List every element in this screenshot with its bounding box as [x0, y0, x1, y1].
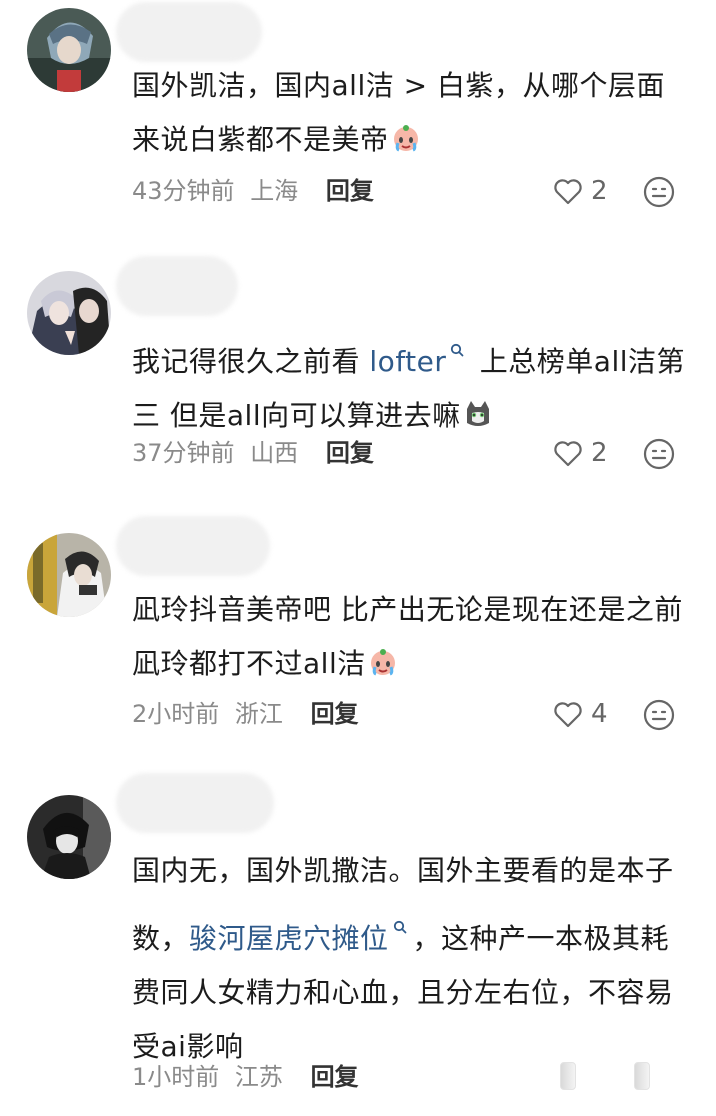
reply-button[interactable]: 回复 [311, 1063, 359, 1091]
comment-text-before: 我记得很久之前看 [132, 345, 370, 378]
emoji-face-icon [643, 438, 675, 470]
username-redacted [116, 256, 238, 316]
crying-emoji-icon [391, 117, 421, 152]
prev-handle[interactable] [560, 1062, 576, 1090]
emoji-face-icon [643, 699, 675, 731]
comment-text-content: 凪玲抖音美帝吧 比产出无论是现在还是之前 凪玲都打不过all洁 [132, 593, 683, 680]
avatar[interactable] [27, 271, 111, 355]
reply-button[interactable]: 回复 [326, 177, 374, 205]
comment-location: 上海 [250, 177, 299, 205]
like-count: 2 [591, 176, 608, 206]
comment-meta: 37分钟前 山西 回复 [132, 436, 374, 470]
cat-emoji-icon [463, 393, 493, 426]
comment-location: 山西 [250, 439, 299, 467]
like-button[interactable]: 4 [553, 697, 608, 731]
emoji-react-button[interactable] [642, 437, 676, 471]
avatar[interactable] [27, 533, 111, 617]
comment-meta: 1小时前 江苏 回复 [132, 1060, 359, 1094]
comment-text: 国内无，国外凯撒洁。国外主要看的是本子数，骏河屋虎穴摊位 ，这种产一本极其耗费同人… [132, 844, 688, 1074]
username-redacted [116, 516, 270, 576]
comment-time: 43分钟前 [132, 177, 235, 205]
avatar[interactable] [27, 795, 111, 879]
username-redacted [116, 773, 274, 833]
comment-text: 国外凯洁，国内all洁 > 白紫，从哪个层面来说白紫都不是美帝 [132, 59, 688, 167]
comment-text: 凪玲抖音美帝吧 比产出无论是现在还是之前 凪玲都打不过all洁 [132, 583, 688, 691]
emoji-react-button[interactable] [642, 175, 676, 209]
emoji-face-icon [643, 176, 675, 208]
heart-outline-icon [554, 179, 582, 205]
search-icon [393, 898, 407, 934]
comment-text: 我记得很久之前看 lofter 上总榜单all洁第三 但是all向可以算进去嘛 [132, 321, 688, 443]
crying-emoji-icon [368, 641, 398, 676]
reply-button[interactable]: 回复 [311, 700, 359, 728]
comment-meta: 2小时前 浙江 回复 [132, 697, 359, 731]
like-button[interactable]: 2 [553, 436, 608, 470]
reply-button[interactable]: 回复 [326, 439, 374, 467]
comment-time: 1小时前 [132, 1063, 220, 1091]
like-count: 2 [591, 438, 608, 468]
lofter-link[interactable]: lofter [369, 345, 446, 378]
like-button[interactable]: 2 [553, 174, 608, 208]
emoji-react-button[interactable] [642, 698, 676, 732]
comment-location: 江苏 [234, 1063, 283, 1091]
comment-time: 2小时前 [132, 700, 220, 728]
heart-outline-icon [554, 441, 582, 467]
search-icon [450, 321, 464, 357]
avatar[interactable] [27, 8, 111, 92]
heart-outline-icon [554, 702, 582, 728]
username-redacted [116, 2, 262, 62]
suruga-ya-tora-link[interactable]: 骏河屋虎穴摊位 [189, 922, 389, 955]
like-count: 4 [591, 699, 608, 729]
comment-meta: 43分钟前 上海 回复 [132, 174, 374, 208]
comment-time: 37分钟前 [132, 439, 235, 467]
nav-handles [560, 1062, 650, 1090]
comment-location: 浙江 [234, 700, 283, 728]
next-handle[interactable] [634, 1062, 650, 1090]
